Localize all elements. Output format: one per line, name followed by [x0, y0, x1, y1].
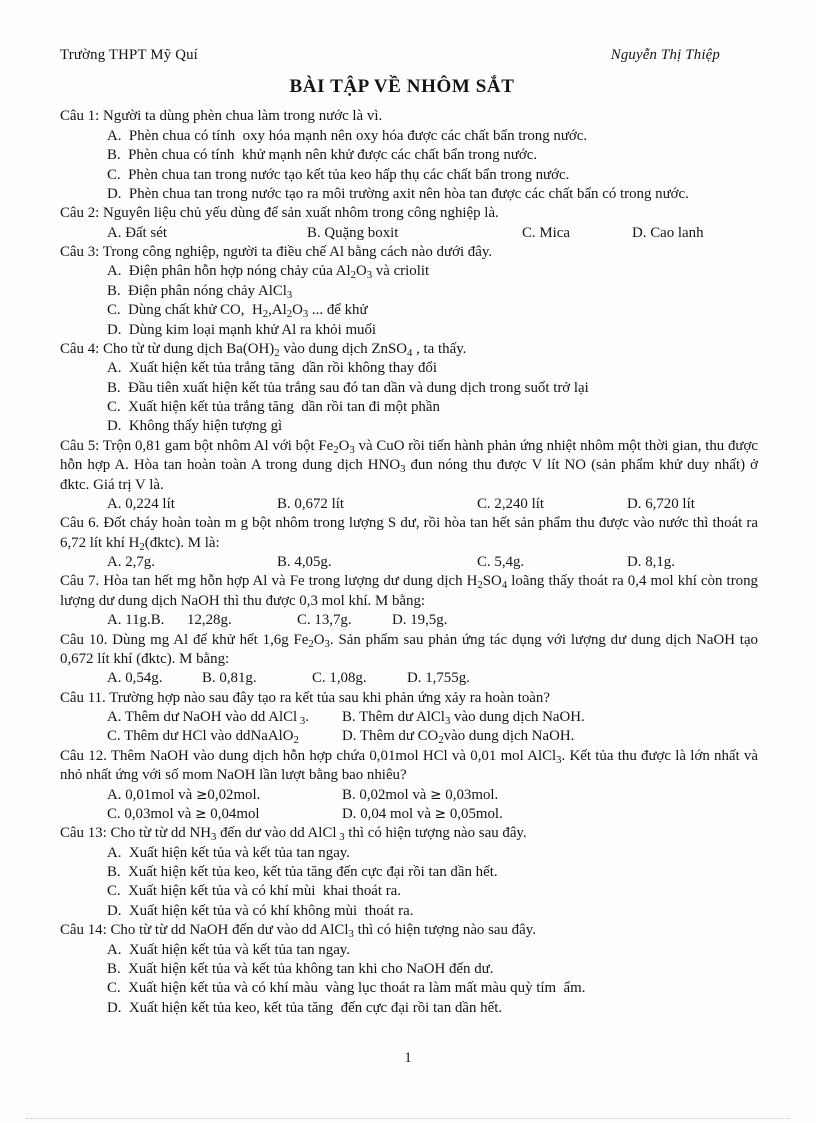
- question-stem: Câu 4: Cho từ từ dung dịch Ba(OH)2 vào d…: [60, 340, 467, 359]
- answer-option[interactable]: D. Thêm dư CO2vào dung dịch NaOH.: [342, 727, 574, 746]
- question-stem: Câu 1: Người ta dùng phèn chua làm trong…: [60, 108, 383, 125]
- answer-option[interactable]: C. Thêm dư HCl vào ddNaAlO2: [107, 727, 342, 746]
- option-row: C. Thêm dư HCl vào ddNaAlO2 D. Thêm dư CO…: [60, 727, 758, 746]
- page-bottom-divider: [26, 1118, 790, 1120]
- question-stem: Câu 11. Trường hợp nào sau đây tạo ra kế…: [60, 689, 550, 706]
- answer-option[interactable]: A. 2,7g.: [107, 553, 277, 572]
- answer-option[interactable]: D. 8,1g.: [627, 553, 747, 572]
- question-stem: Câu 10. Dùng mg Al để khử hết 1,6g Fe2O3…: [60, 631, 758, 667]
- question-stem: Câu 3: Trong công nghiệp, người ta điều …: [60, 244, 493, 261]
- option-list: A. Xuất hiện kết tủa và kết tủa tan ngay…: [60, 844, 758, 922]
- answer-option[interactable]: A. 0,224 lít: [107, 495, 277, 514]
- answer-option[interactable]: B. Phèn chua có tính khử mạnh nên khử đư…: [60, 146, 758, 165]
- option-row: A. 0,54g. B. 0,81g. C. 1,08g. D. 1,755g.: [60, 669, 758, 688]
- answer-option[interactable]: D. Cao lanh: [632, 224, 752, 243]
- question-stem: Câu 7. Hòa tan hết mg hỗn hợp Al và Fe t…: [60, 573, 758, 609]
- answer-option[interactable]: A. Phèn chua có tính oxy hóa mạnh nên ox…: [60, 127, 758, 146]
- answer-option[interactable]: A. Xuất hiện kết tủa và kết tủa tan ngay…: [60, 844, 758, 863]
- option-list: A. Phèn chua có tính oxy hóa mạnh nên ox…: [60, 127, 758, 205]
- question-block: Câu 7. Hòa tan hết mg hỗn hợp Al và Fe t…: [60, 572, 758, 630]
- option-list: A. Xuất hiện kết tủa và kết tủa tan ngay…: [60, 941, 758, 1019]
- answer-option[interactable]: A. Thêm dư NaOH vào dd AlCl 3.: [107, 708, 342, 727]
- answer-option[interactable]: A. Đất sét: [107, 224, 307, 243]
- answer-option[interactable]: D. Phèn chua tan trong nước tạo ra môi t…: [60, 185, 758, 204]
- question-list: Câu 1: Người ta dùng phèn chua làm trong…: [60, 107, 758, 1018]
- option-list: A. Xuất hiện kết tủa trắng tăng dần rồi …: [60, 359, 758, 437]
- question-stem: Câu 12. Thêm NaOH vào dung dịch hỗn hợp …: [60, 747, 758, 784]
- option-row: A. 2,7g. B. 4,05g. C. 5,4g. D. 8,1g.: [60, 553, 758, 572]
- option-row: C. 0,03mol và ≥ 0,04mol D. 0,04 mol và ≥ …: [60, 805, 758, 824]
- answer-option[interactable]: D. 1,755g.: [407, 669, 517, 688]
- question-block: Câu 4: Cho từ từ dung dịch Ba(OH)2 vào d…: [60, 340, 758, 437]
- answer-option[interactable]: C. Phèn chua tan trong nước tạo kết tủa …: [60, 166, 758, 185]
- answer-option[interactable]: B. Xuất hiện kết tủa và kết tủa không ta…: [60, 960, 758, 979]
- answer-option[interactable]: D. 19,5g.: [392, 611, 502, 630]
- question-block: Câu 5: Trộn 0,81 gam bột nhôm Al với bột…: [60, 437, 758, 515]
- answer-option[interactable]: C. 0,03mol và ≥ 0,04mol: [107, 805, 342, 824]
- author-name: Nguyễn Thị Thiệp: [610, 47, 720, 63]
- option-row: A. Thêm dư NaOH vào dd AlCl 3. B. Thêm dư…: [60, 708, 758, 727]
- answer-option[interactable]: C. 13,7g.: [297, 611, 392, 630]
- answer-option[interactable]: D. Xuất hiện kết tủa keo, kết tủa tăng đ…: [60, 999, 758, 1018]
- answer-option[interactable]: C. Xuất hiện kết tủa và có khí màu vàng …: [60, 979, 758, 998]
- document-header: Trường THPT Mỹ Quí Nguyễn Thị Thiệp: [60, 46, 758, 64]
- question-stem: Câu 2: Nguyên liệu chủ yếu dùng để sản x…: [60, 205, 499, 222]
- option-row: A. 11g.B. 12,28g. C. 13,7g. D. 19,5g.: [60, 611, 758, 630]
- question-stem: Câu 13: Cho từ từ dd NH3 đến dư vào dd A…: [60, 825, 527, 844]
- question-block: Câu 14: Cho từ từ dd NaOH đến dư vào dd …: [60, 921, 758, 1018]
- answer-option[interactable]: D. 6,720 lít: [627, 495, 747, 514]
- document-content: Trường THPT Mỹ Quí Nguyễn Thị Thiệp BÀI …: [60, 46, 758, 1018]
- question-block: Câu 3: Trong công nghiệp, người ta điều …: [60, 243, 758, 340]
- option-row: A. 0,01mol và ≥0,02mol. B. 0,02mol và ≥ 0…: [60, 786, 758, 805]
- page-title: BÀI TẬP VỀ NHÔM SẮT: [289, 76, 515, 98]
- answer-option[interactable]: D. Không thấy hiện tượng gì: [60, 417, 758, 436]
- answer-option[interactable]: C. 1,08g.: [312, 669, 407, 688]
- answer-option[interactable]: C. Xuất hiện kết tủa trắng tăng dần rồi …: [60, 398, 758, 417]
- question-block: Câu 6. Đốt cháy hoàn toàn m g bột nhôm t…: [60, 514, 758, 572]
- question-stem: Câu 6. Đốt cháy hoàn toàn m g bột nhôm t…: [60, 515, 758, 553]
- answer-option[interactable]: B. 0,02mol và ≥ 0,03mol.: [342, 786, 498, 805]
- option-row: A. 0,224 lít B. 0,672 lít C. 2,240 lít D. 6…: [60, 495, 758, 514]
- question-block: Câu 13: Cho từ từ dd NH3 đến dư vào dd A…: [60, 824, 758, 921]
- question-block: Câu 10. Dùng mg Al để khử hết 1,6g Fe2O3…: [60, 631, 758, 689]
- answer-option[interactable]: C. Dùng chất khử CO, H2,Al2O3 ... để khử: [60, 301, 758, 320]
- page-number: 1: [404, 1050, 412, 1066]
- answer-option[interactable]: B. Xuất hiện kết tủa keo, kết tủa tăng đ…: [60, 863, 758, 882]
- answer-option[interactable]: B. Quặng boxit: [307, 224, 522, 243]
- school-name: Trường THPT Mỹ Quí: [60, 47, 198, 63]
- answer-option[interactable]: B. 4,05g.: [277, 553, 477, 572]
- answer-option[interactable]: B. Thêm dư AlCl3 vào dung dịch NaOH.: [342, 708, 585, 727]
- answer-option[interactable]: A. 0,01mol và ≥0,02mol.: [107, 786, 342, 805]
- question-block: Câu 11. Trường hợp nào sau đây tạo ra kế…: [60, 689, 758, 747]
- option-row: A. Đất sét B. Quặng boxit C. Mica D. Cao la…: [60, 224, 758, 243]
- answer-option[interactable]: C. Xuất hiện kết tủa và có khí mùi khai …: [60, 882, 758, 901]
- answer-option[interactable]: A. Xuất hiện kết tủa trắng tăng dần rồi …: [60, 359, 758, 378]
- question-block: Câu 12. Thêm NaOH vào dung dịch hỗn hợp …: [60, 747, 758, 825]
- answer-option[interactable]: B. Đầu tiên xuất hiện kết tủa trắng sau …: [60, 379, 758, 398]
- answer-option[interactable]: A. 11g.B.: [107, 611, 187, 630]
- document-page: Trường THPT Mỹ Quí Nguyễn Thị Thiệp BÀI …: [0, 0, 816, 1123]
- answer-option[interactable]: B. 0,672 lít: [277, 495, 477, 514]
- question-stem: Câu 5: Trộn 0,81 gam bột nhôm Al với bột…: [60, 437, 758, 493]
- answer-option[interactable]: C. Mica: [522, 224, 632, 243]
- answer-option[interactable]: A. Xuất hiện kết tủa và kết tủa tan ngay…: [60, 941, 758, 960]
- question-block: Câu 1: Người ta dùng phèn chua làm trong…: [60, 107, 758, 204]
- answer-option[interactable]: C. 5,4g.: [477, 553, 627, 572]
- answer-option[interactable]: 12,28g.: [187, 611, 297, 630]
- answer-option[interactable]: D. Dùng kim loại mạnh khử Al ra khỏi muố…: [60, 321, 758, 340]
- answer-option[interactable]: A. Điện phân hỗn hợp nóng chảy của Al2O3…: [60, 262, 758, 281]
- answer-option[interactable]: B. 0,81g.: [202, 669, 312, 688]
- question-block: Câu 2: Nguyên liệu chủ yếu dùng để sản x…: [60, 204, 758, 243]
- answer-option[interactable]: A. 0,54g.: [107, 669, 202, 688]
- answer-option[interactable]: D. 0,04 mol và ≥ 0,05mol.: [342, 805, 503, 824]
- option-list: A. Điện phân hỗn hợp nóng chảy của Al2O3…: [60, 262, 758, 340]
- answer-option[interactable]: B. Điện phân nóng chảy AlCl3: [60, 282, 758, 301]
- answer-option[interactable]: D. Xuất hiện kết tủa và có khí không mùi…: [60, 902, 758, 921]
- question-stem: Câu 14: Cho từ từ dd NaOH đến dư vào dd …: [60, 922, 536, 941]
- answer-option[interactable]: C. 2,240 lít: [477, 495, 627, 514]
